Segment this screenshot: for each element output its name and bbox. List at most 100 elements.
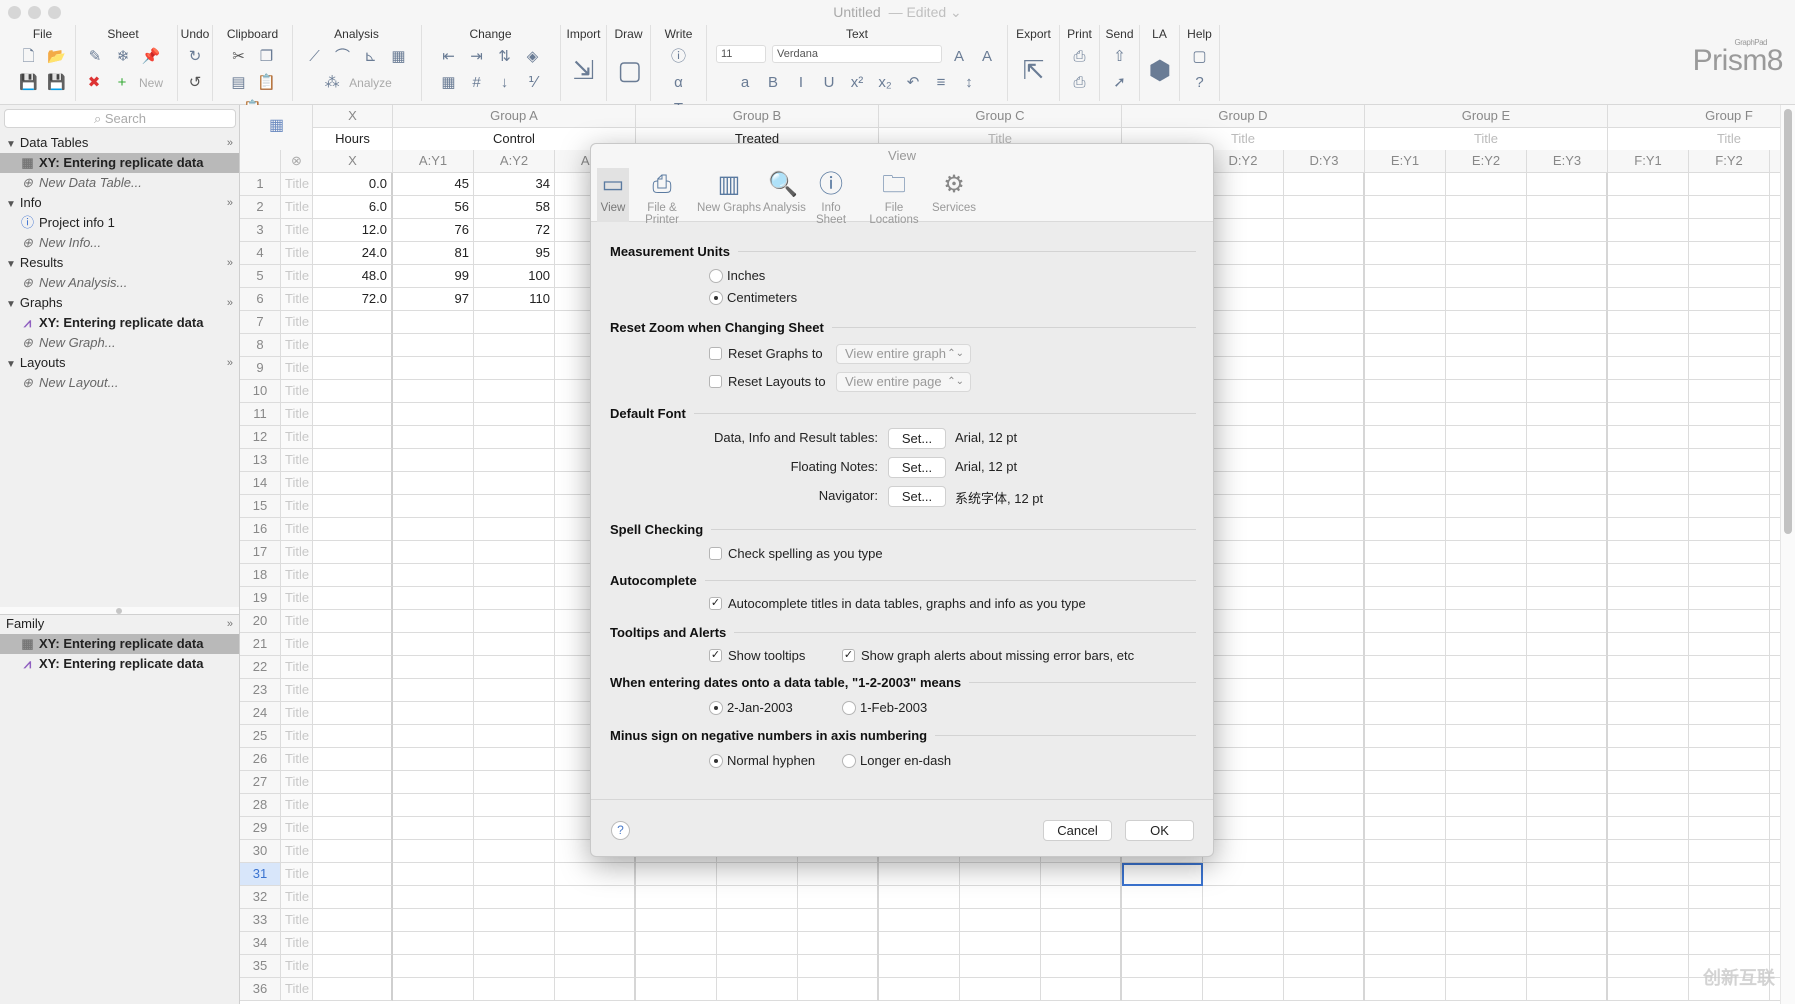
y-value-cell[interactable] bbox=[1365, 702, 1446, 725]
y-value-cell[interactable] bbox=[1527, 380, 1608, 403]
y-value-cell[interactable] bbox=[474, 311, 555, 334]
y-value-cell[interactable] bbox=[1365, 771, 1446, 794]
y-value-cell[interactable] bbox=[1284, 840, 1365, 863]
y-value-cell[interactable] bbox=[393, 564, 474, 587]
y-value-cell[interactable]: 95 bbox=[474, 242, 555, 265]
column-header[interactable]: F:Y1 bbox=[1608, 150, 1689, 173]
y-value-cell[interactable] bbox=[717, 909, 798, 932]
y-value-cell[interactable] bbox=[1608, 242, 1689, 265]
y-value-cell[interactable] bbox=[393, 403, 474, 426]
y-value-cell[interactable] bbox=[1203, 863, 1284, 886]
info-icon[interactable]: ⓘ bbox=[668, 45, 690, 69]
sidebar-item-project-info-1[interactable]: ⓘ Project info 1 bbox=[0, 213, 239, 233]
y-value-cell[interactable] bbox=[474, 380, 555, 403]
radio-button[interactable] bbox=[709, 700, 723, 715]
help-box-icon[interactable]: ▢ bbox=[1189, 45, 1211, 69]
row-number[interactable]: 31 bbox=[240, 863, 281, 886]
y-value-cell[interactable] bbox=[1527, 357, 1608, 380]
y-value-cell[interactable] bbox=[1203, 173, 1284, 196]
y-value-cell[interactable] bbox=[1689, 541, 1770, 564]
y-value-cell[interactable] bbox=[474, 817, 555, 840]
disclosure-triangle-icon[interactable]: ▼ bbox=[6, 299, 16, 310]
paste-special-icon[interactable]: 📋 bbox=[256, 71, 278, 95]
preferences-tab-file-printer[interactable]: ⎙ File & Printer bbox=[631, 168, 693, 226]
y-value-cell[interactable] bbox=[1284, 886, 1365, 909]
y-value-cell[interactable] bbox=[1203, 334, 1284, 357]
y-value-cell[interactable] bbox=[1689, 932, 1770, 955]
y-value-cell[interactable]: 34 bbox=[474, 173, 555, 196]
y-value-cell[interactable] bbox=[1770, 863, 1780, 886]
expand-icon[interactable]: » bbox=[227, 293, 233, 313]
y-value-cell[interactable] bbox=[1608, 656, 1689, 679]
y-value-cell[interactable] bbox=[1689, 449, 1770, 472]
y-value-cell[interactable] bbox=[393, 909, 474, 932]
sidebar-item-new-info[interactable]: ⊕ New Info... bbox=[0, 233, 239, 253]
y-value-cell[interactable] bbox=[1770, 357, 1780, 380]
y-value-cell[interactable] bbox=[474, 610, 555, 633]
y-value-cell[interactable] bbox=[393, 587, 474, 610]
shrink-text-icon[interactable]: a bbox=[734, 71, 756, 95]
y-value-cell[interactable] bbox=[1527, 955, 1608, 978]
x-value-cell[interactable] bbox=[313, 748, 393, 771]
y-value-cell[interactable] bbox=[1446, 932, 1527, 955]
y-value-cell[interactable] bbox=[1203, 817, 1284, 840]
y-value-cell[interactable] bbox=[393, 978, 474, 1001]
x-value-cell[interactable] bbox=[313, 426, 393, 449]
row-number[interactable]: 34 bbox=[240, 932, 281, 955]
y-value-cell[interactable] bbox=[1203, 495, 1284, 518]
x-value-cell[interactable]: 72.0 bbox=[313, 288, 393, 311]
preferences-tab-view[interactable]: ▭ View bbox=[597, 168, 629, 222]
y-value-cell[interactable] bbox=[1770, 587, 1780, 610]
graph-data-icon[interactable]: ⊾ bbox=[360, 45, 382, 69]
y-value-cell[interactable] bbox=[1203, 610, 1284, 633]
x-value-cell[interactable] bbox=[313, 725, 393, 748]
y-value-cell[interactable] bbox=[1770, 242, 1780, 265]
y-value-cell[interactable] bbox=[474, 794, 555, 817]
y-value-cell[interactable] bbox=[1446, 771, 1527, 794]
y-value-cell[interactable] bbox=[1608, 219, 1689, 242]
checkbox[interactable] bbox=[709, 547, 722, 560]
row-number[interactable]: 10 bbox=[240, 380, 281, 403]
y-value-cell[interactable] bbox=[1689, 863, 1770, 886]
y-value-cell[interactable] bbox=[474, 679, 555, 702]
y-value-cell[interactable] bbox=[1203, 725, 1284, 748]
y-value-cell[interactable] bbox=[393, 311, 474, 334]
sidebar-item-new-layout[interactable]: ⊕ New Layout... bbox=[0, 373, 239, 393]
y-value-cell[interactable] bbox=[1446, 564, 1527, 587]
y-value-cell[interactable] bbox=[1446, 472, 1527, 495]
row-number[interactable]: 9 bbox=[240, 357, 281, 380]
preferences-tab-new-graphs[interactable]: ▥ New Graphs bbox=[697, 168, 761, 222]
wand-icon[interactable]: ⁂ bbox=[321, 71, 343, 95]
y-value-cell[interactable] bbox=[1689, 288, 1770, 311]
y-value-cell[interactable] bbox=[1203, 840, 1284, 863]
radio-normal-hyphen[interactable]: Normal hyphen bbox=[709, 753, 815, 768]
y-value-cell[interactable] bbox=[1608, 541, 1689, 564]
row-title-cell[interactable]: Title bbox=[281, 909, 313, 932]
y-value-cell[interactable] bbox=[1446, 334, 1527, 357]
y-value-cell[interactable]: 58 bbox=[474, 196, 555, 219]
sidebar-item-new-graph[interactable]: ⊕ New Graph... bbox=[0, 333, 239, 353]
y-value-cell[interactable] bbox=[1284, 449, 1365, 472]
row-title-cell[interactable]: Title bbox=[281, 380, 313, 403]
redo-icon[interactable]: ↺ bbox=[184, 71, 206, 95]
y-value-cell[interactable] bbox=[1527, 886, 1608, 909]
y-value-cell[interactable] bbox=[1284, 472, 1365, 495]
y-value-cell[interactable] bbox=[1203, 472, 1284, 495]
row-number[interactable]: 15 bbox=[240, 495, 281, 518]
y-value-cell[interactable] bbox=[1365, 863, 1446, 886]
y-value-cell[interactable]: 45 bbox=[393, 173, 474, 196]
column-header[interactable]: E:Y3 bbox=[1527, 150, 1608, 173]
y-value-cell[interactable] bbox=[1446, 357, 1527, 380]
y-value-cell[interactable] bbox=[474, 909, 555, 932]
y-value-cell[interactable] bbox=[1284, 794, 1365, 817]
y-value-cell[interactable] bbox=[1446, 656, 1527, 679]
row-number[interactable]: 17 bbox=[240, 541, 281, 564]
group-header[interactable]: Group B bbox=[636, 105, 879, 128]
column-header[interactable]: D:Y2 bbox=[1203, 150, 1284, 173]
y-value-cell[interactable] bbox=[1203, 955, 1284, 978]
y-value-cell[interactable] bbox=[555, 932, 636, 955]
y-value-cell[interactable] bbox=[1770, 610, 1780, 633]
y-value-cell[interactable] bbox=[1446, 909, 1527, 932]
y-value-cell[interactable] bbox=[1689, 311, 1770, 334]
y-value-cell[interactable] bbox=[798, 909, 879, 932]
